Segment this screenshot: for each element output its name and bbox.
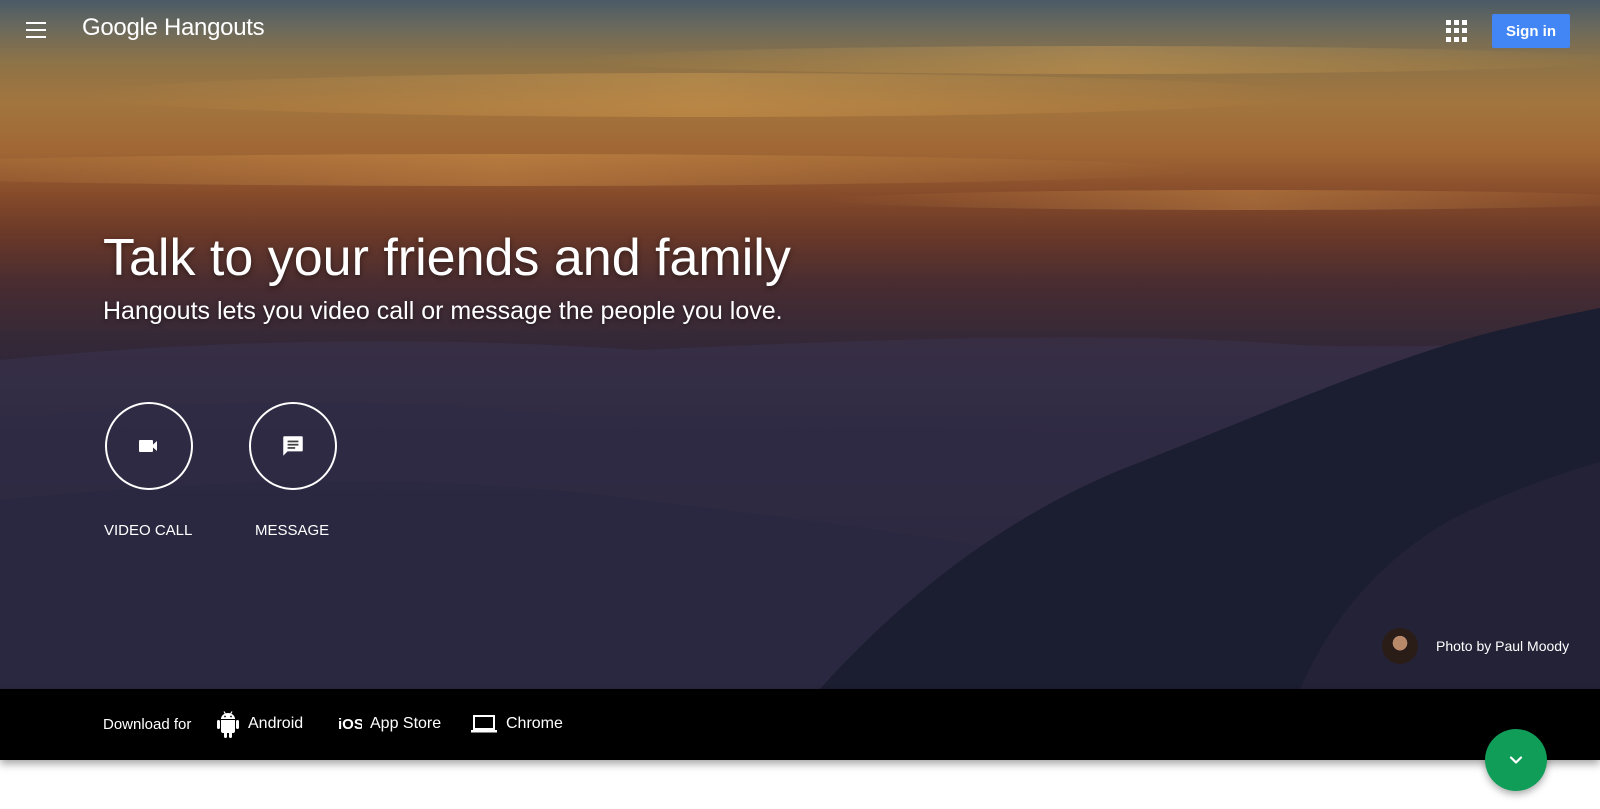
scroll-down-button[interactable]: [1485, 729, 1547, 791]
hero-headline: Talk to your friends and family: [103, 229, 791, 287]
android-icon: [216, 710, 240, 738]
apps-grid-icon[interactable]: [1446, 20, 1468, 42]
photo-credit-text: Photo by Paul Moody: [1436, 638, 1570, 654]
app-store-label: App Store: [370, 715, 442, 732]
photographer-avatar: [1382, 628, 1418, 664]
message-button[interactable]: [249, 402, 337, 490]
landscape-photo: [0, 46, 1600, 689]
hero-background: [0, 0, 1600, 689]
ios-icon: iOS: [338, 714, 362, 734]
video-camera-icon: [139, 440, 157, 452]
top-bar: Google Hangouts Sign in: [0, 0, 1600, 62]
download-app-store-link[interactable]: iOS App Store: [338, 707, 441, 741]
menu-icon[interactable]: [20, 16, 52, 44]
video-call-button[interactable]: [105, 402, 193, 490]
google-hangouts-logo[interactable]: Google Hangouts: [82, 14, 265, 42]
chrome-label: Chrome: [506, 715, 563, 732]
logo-product-text: Hangouts: [163, 14, 265, 41]
svg-text:iOS: iOS: [338, 716, 362, 733]
photo-credit[interactable]: Photo by Paul Moody: [1382, 628, 1569, 664]
chevron-down-icon: [1509, 756, 1523, 764]
sign-in-button[interactable]: Sign in: [1492, 14, 1570, 48]
hero-subheadline: Hangouts lets you video call or message …: [103, 297, 783, 325]
message-icon: [283, 436, 303, 456]
download-android-link[interactable]: Android: [216, 707, 303, 741]
download-label: Download for: [103, 716, 192, 733]
laptop-icon: [470, 713, 498, 735]
video-call-label[interactable]: VIDEO CALL: [104, 522, 192, 539]
android-label: Android: [248, 715, 304, 732]
download-bar: Download for Android iOS App Store Chrom…: [0, 689, 1600, 760]
download-chrome-link[interactable]: Chrome: [470, 707, 563, 741]
logo-google-text: Google: [82, 14, 158, 41]
message-label[interactable]: MESSAGE: [255, 522, 329, 539]
